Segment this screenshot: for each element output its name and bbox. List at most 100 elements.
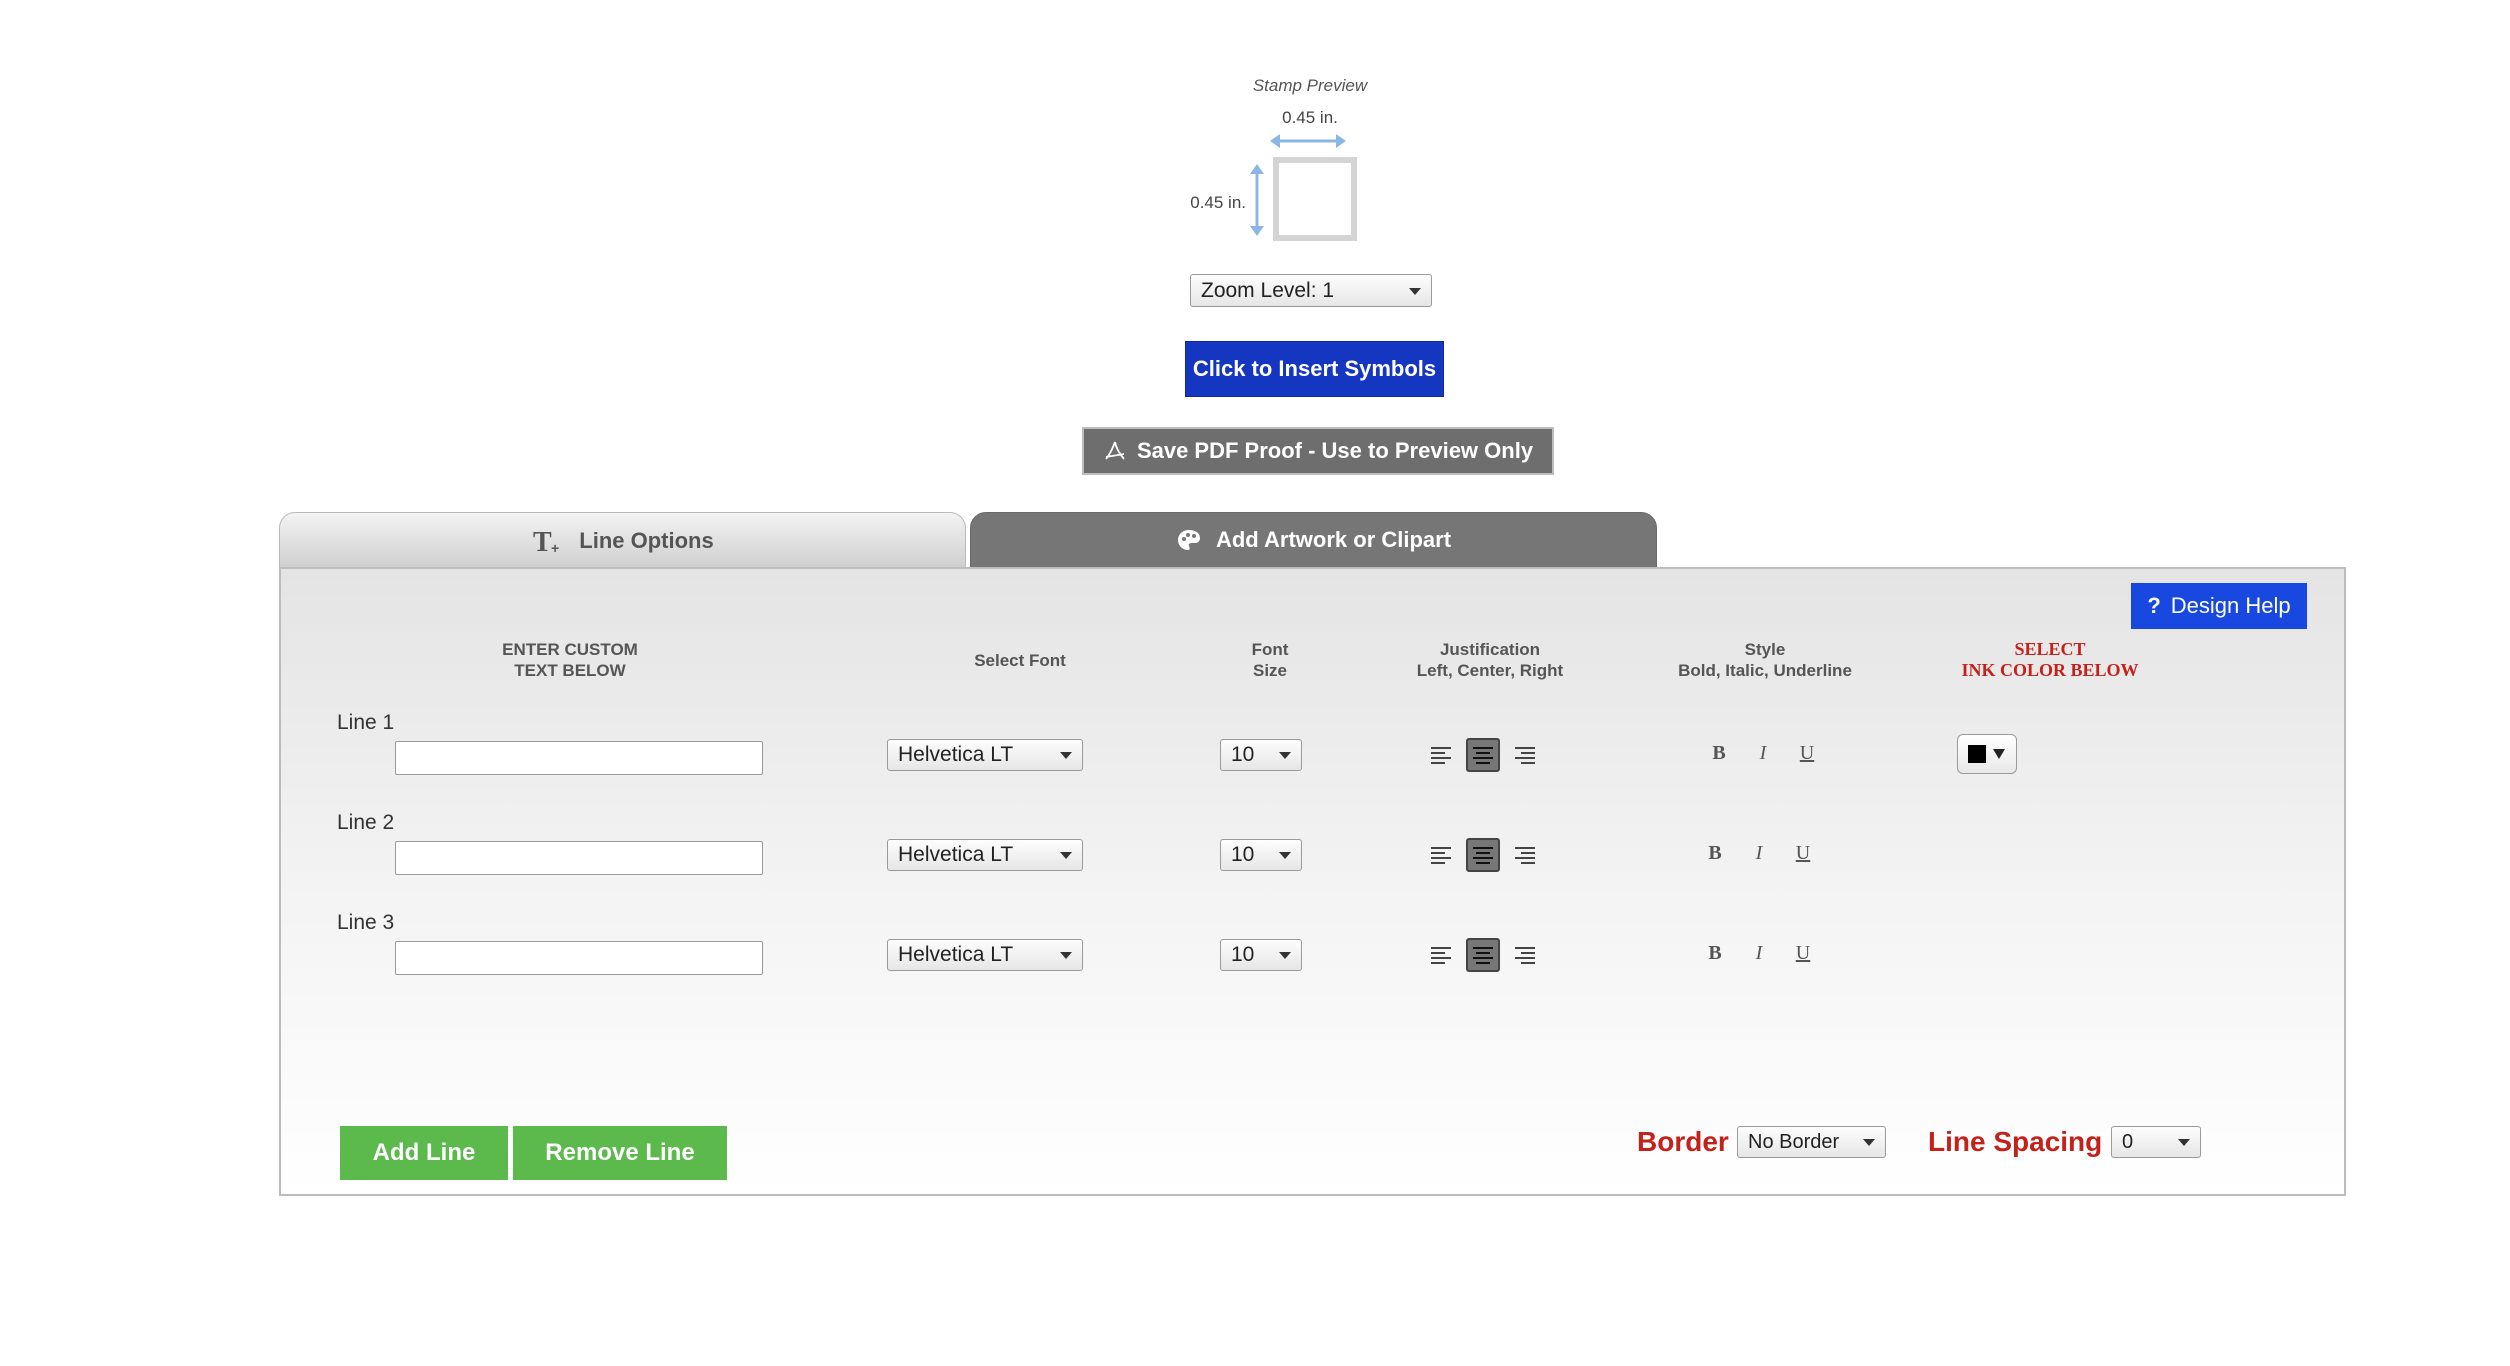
align-center-icon[interactable] bbox=[1466, 838, 1500, 872]
line-3-font-value: Helvetica LT bbox=[898, 943, 1014, 966]
chevron-down-icon bbox=[1863, 1139, 1875, 1146]
align-right-icon[interactable] bbox=[1508, 738, 1542, 772]
design-help-label: Design Help bbox=[2170, 593, 2291, 618]
help-icon: ? bbox=[2147, 593, 2161, 618]
border-label: Border bbox=[1637, 1126, 1729, 1157]
column-header-ink-line1: SELECT bbox=[2014, 639, 2086, 659]
line-1-font-value: Helvetica LT bbox=[898, 743, 1014, 766]
line-2-style: B I U bbox=[1706, 842, 1812, 865]
line-spacing-label: Line Spacing bbox=[1928, 1126, 2103, 1157]
align-left-icon[interactable] bbox=[1424, 938, 1458, 972]
line-3-justification bbox=[1424, 938, 1542, 972]
align-center-icon[interactable] bbox=[1466, 738, 1500, 772]
bold-button[interactable]: B bbox=[1710, 742, 1728, 765]
chevron-down-icon bbox=[1060, 752, 1072, 759]
chevron-down-icon bbox=[1279, 852, 1291, 859]
italic-button[interactable]: I bbox=[1750, 842, 1768, 865]
svg-text:T: T bbox=[533, 527, 552, 556]
ink-color-picker[interactable] bbox=[1957, 734, 2017, 774]
line-2-size-select[interactable]: 10 bbox=[1220, 839, 1302, 871]
caret-down-icon bbox=[1993, 749, 2005, 759]
tab-artwork-label: Add Artwork or Clipart bbox=[1215, 527, 1452, 552]
svg-text:+: + bbox=[551, 540, 559, 556]
pdf-icon bbox=[1105, 441, 1125, 460]
line-3-size-value: 10 bbox=[1231, 943, 1255, 966]
ink-color-swatch bbox=[1968, 745, 1986, 763]
line-2-justification bbox=[1424, 838, 1542, 872]
underline-button[interactable]: U bbox=[1794, 942, 1812, 965]
column-header-style-line1: Style bbox=[1744, 640, 1786, 659]
line-1-label: Line 1 bbox=[337, 711, 395, 734]
bold-button[interactable]: B bbox=[1706, 942, 1724, 965]
stamp-preview-title: Stamp Preview bbox=[1252, 76, 1368, 95]
zoom-level-select[interactable]: Zoom Level: 1 bbox=[1190, 274, 1432, 307]
column-header-ink-color: SELECT INK COLOR BELOW bbox=[1920, 639, 2180, 681]
column-header-style: Style Bold, Italic, Underline bbox=[1640, 639, 1890, 681]
align-left-icon[interactable] bbox=[1424, 738, 1458, 772]
insert-symbols-button[interactable]: Click to Insert Symbols bbox=[1185, 341, 1444, 397]
column-header-size-line1: Font bbox=[1251, 640, 1289, 659]
column-header-text-line2: TEXT BELOW bbox=[514, 661, 626, 680]
line-2-font-select[interactable]: Helvetica LT bbox=[887, 839, 1083, 871]
save-pdf-label: Save PDF Proof - Use to Preview Only bbox=[1136, 438, 1534, 463]
line-3-font-select[interactable]: Helvetica LT bbox=[887, 939, 1083, 971]
column-header-justification: Justification Left, Center, Right bbox=[1370, 639, 1610, 681]
line-1-font-select[interactable]: Helvetica LT bbox=[887, 739, 1083, 771]
tab-line-options-label: Line Options bbox=[579, 527, 714, 553]
line-3-size-select[interactable]: 10 bbox=[1220, 939, 1302, 971]
border-select[interactable]: No Border bbox=[1737, 1126, 1886, 1158]
chevron-down-icon bbox=[2178, 1139, 2190, 1146]
line-3-text-input[interactable] bbox=[395, 941, 763, 975]
stamp-height-label: 0.45 in. bbox=[1190, 193, 1246, 212]
line-2-font-value: Helvetica LT bbox=[898, 843, 1014, 866]
align-right-icon[interactable] bbox=[1508, 938, 1542, 972]
tab-artwork-clipart[interactable]: Add Artwork or Clipart bbox=[970, 512, 1657, 568]
align-left-icon[interactable] bbox=[1424, 838, 1458, 872]
add-line-button[interactable]: Add Line bbox=[340, 1126, 508, 1180]
align-center-icon[interactable] bbox=[1466, 938, 1500, 972]
remove-line-button[interactable]: Remove Line bbox=[513, 1126, 727, 1180]
chevron-down-icon bbox=[1279, 952, 1291, 959]
save-pdf-proof-button[interactable]: Save PDF Proof - Use to Preview Only bbox=[1082, 427, 1554, 475]
line-2-size-value: 10 bbox=[1231, 843, 1255, 866]
line-1-text-input[interactable] bbox=[395, 741, 763, 775]
line-1-style: B I U bbox=[1710, 742, 1816, 765]
line-1-justification bbox=[1424, 738, 1542, 772]
underline-button[interactable]: U bbox=[1794, 842, 1812, 865]
tab-line-options[interactable]: T + Line Options bbox=[279, 512, 966, 568]
line-spacing-select[interactable]: 0 bbox=[2111, 1126, 2201, 1158]
text-add-icon: T + bbox=[533, 527, 559, 556]
line-1-size-value: 10 bbox=[1231, 743, 1255, 766]
column-header-ink-line2: INK COLOR BELOW bbox=[1961, 660, 2139, 680]
column-header-text: ENTER CUSTOM TEXT BELOW bbox=[460, 639, 680, 681]
italic-button[interactable]: I bbox=[1750, 942, 1768, 965]
zoom-level-value: Zoom Level: 1 bbox=[1201, 278, 1335, 302]
column-header-size-line2: Size bbox=[1252, 661, 1288, 680]
chevron-down-icon bbox=[1060, 852, 1072, 859]
height-arrow-icon bbox=[1250, 164, 1264, 236]
chevron-down-icon bbox=[1409, 287, 1421, 295]
line-spacing-value: 0 bbox=[2122, 1130, 2134, 1153]
chevron-down-icon bbox=[1060, 952, 1072, 959]
line-1-size-select[interactable]: 10 bbox=[1220, 739, 1302, 771]
underline-button[interactable]: U bbox=[1798, 742, 1816, 765]
design-help-button[interactable]: ? Design Help bbox=[2131, 583, 2307, 629]
align-right-icon[interactable] bbox=[1508, 838, 1542, 872]
line-2-text-input[interactable] bbox=[395, 841, 763, 875]
column-header-font: Select Font bbox=[974, 651, 1066, 670]
column-header-just-line1: Justification bbox=[1439, 640, 1541, 659]
border-value: No Border bbox=[1748, 1130, 1840, 1153]
column-header-size: Font Size bbox=[1220, 639, 1320, 681]
width-arrow-icon bbox=[1270, 134, 1346, 148]
line-3-label: Line 3 bbox=[337, 911, 395, 934]
bold-button[interactable]: B bbox=[1706, 842, 1724, 865]
column-header-just-line2: Left, Center, Right bbox=[1416, 661, 1564, 680]
column-header-text-line1: ENTER CUSTOM bbox=[502, 640, 638, 659]
stamp-width-label: 0.45 in. bbox=[1282, 108, 1338, 127]
palette-icon bbox=[1177, 530, 1200, 550]
stamp-preview-box bbox=[1273, 157, 1357, 241]
italic-button[interactable]: I bbox=[1754, 742, 1772, 765]
line-2-label: Line 2 bbox=[337, 811, 395, 834]
line-3-style: B I U bbox=[1706, 942, 1812, 965]
column-header-style-line2: Bold, Italic, Underline bbox=[1678, 661, 1852, 680]
